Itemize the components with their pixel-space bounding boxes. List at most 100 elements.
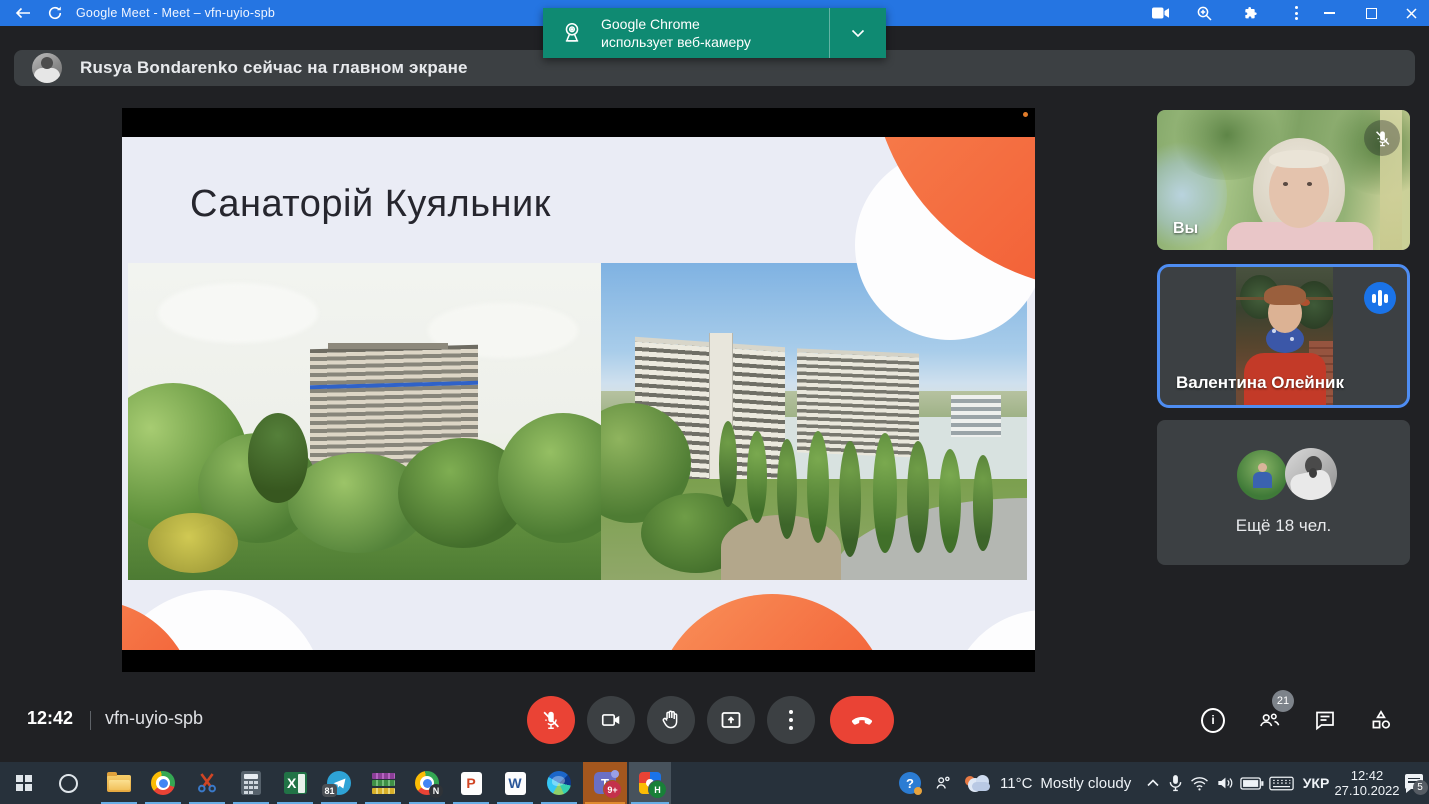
toast-message: использует веб-камеру	[601, 34, 829, 50]
webcam-icon	[543, 8, 601, 58]
minimize-button[interactable]	[1312, 0, 1346, 26]
taskbar-app-calculator[interactable]	[231, 762, 271, 804]
tray-expand-button[interactable]	[1142, 762, 1164, 804]
close-icon	[1406, 8, 1417, 19]
weather-temp: 11°C	[1000, 775, 1032, 792]
chevron-down-icon	[851, 29, 865, 38]
more-options-button[interactable]	[767, 696, 815, 744]
chat-button[interactable]	[1313, 708, 1337, 732]
zoom-button[interactable]	[1192, 0, 1216, 26]
taskbar-app-powerpoint[interactable]: P	[451, 762, 491, 804]
refresh-button[interactable]	[40, 0, 70, 26]
chat-icon	[1313, 708, 1337, 732]
windows-start-icon	[16, 775, 32, 791]
end-call-icon	[849, 707, 875, 733]
tile-overflow[interactable]: Ещё 18 чел.	[1157, 420, 1410, 565]
end-call-button[interactable]	[830, 696, 894, 744]
info-icon: i	[1201, 708, 1225, 733]
start-button[interactable]	[4, 762, 44, 804]
language-switcher[interactable]: УКР	[1298, 762, 1334, 804]
file-explorer-icon	[107, 775, 131, 792]
meet-badge: H	[648, 780, 667, 799]
back-button[interactable]	[8, 0, 38, 26]
wifi-icon	[1190, 776, 1209, 791]
tray-clock[interactable]: 12:42 27.10.2022	[1334, 762, 1400, 804]
clock-block: 12:42 27.10.2022	[1334, 768, 1399, 798]
calculator-icon	[241, 771, 261, 795]
tray-mic-icon	[1169, 774, 1182, 792]
taskbar-app-snipping-tool[interactable]	[187, 762, 227, 804]
screen: Google Meet - Meet – vfn-uyio-spb	[0, 0, 1429, 804]
divider	[90, 711, 91, 730]
slide-title: Санаторій Куяльник	[190, 183, 551, 226]
taskbar-app-file-explorer[interactable]	[99, 762, 139, 804]
weather-condition: Mostly cloudy	[1040, 775, 1131, 792]
battery-icon	[1240, 777, 1264, 790]
chevron-up-icon	[1147, 779, 1159, 787]
battery-tray-button[interactable]	[1238, 762, 1266, 804]
people-tray-button[interactable]	[929, 762, 957, 804]
page-title: Google Meet - Meet – vfn-uyio-spb	[76, 0, 275, 26]
maximize-button[interactable]	[1354, 0, 1388, 26]
volume-tray-button[interactable]	[1212, 762, 1238, 804]
taskbar-app-chrome-profile[interactable]: N	[407, 762, 447, 804]
taskbar-app-teams[interactable]: T 9+	[583, 762, 627, 804]
close-button[interactable]	[1394, 0, 1428, 26]
tile-active-speaker[interactable]: Валентина Олейник	[1157, 264, 1410, 408]
meeting-details-button[interactable]: i	[1201, 708, 1225, 732]
toast-text: Google Chrome использует веб-камеру	[601, 8, 829, 58]
meeting-code: vfn-uyio-spb	[105, 708, 203, 729]
participant-count-badge: 21	[1272, 690, 1294, 712]
word-letter: W	[508, 775, 521, 791]
self-label: Вы	[1173, 220, 1198, 238]
presenter-avatar	[32, 53, 62, 83]
taskbar-app-excel[interactable]: X	[275, 762, 315, 804]
activities-button[interactable]	[1369, 708, 1393, 732]
taskbar-app-telegram[interactable]: 81	[319, 762, 359, 804]
presenter-banner-text: Rusya Bondarenko сейчас на главном экран…	[80, 58, 468, 78]
present-screen-button[interactable]	[707, 696, 755, 744]
present-screen-icon	[719, 708, 743, 732]
notification-icon: 5	[1405, 774, 1425, 792]
weather-tray-button[interactable]: 11°C Mostly cloudy	[964, 762, 1144, 804]
overflow-label: Ещё 18 чел.	[1157, 516, 1410, 536]
teams-icon: T 9+	[594, 772, 616, 794]
mic-off-icon	[540, 709, 562, 731]
camera-toggle-button[interactable]	[587, 696, 635, 744]
refresh-icon	[48, 6, 62, 20]
camera-in-use-indicator[interactable]	[1148, 0, 1172, 26]
webcam-toast[interactable]: Google Chrome использует веб-камеру	[543, 8, 886, 58]
zoom-icon	[1197, 6, 1212, 21]
language-label: УКР	[1303, 775, 1330, 791]
camera-icon	[600, 709, 622, 731]
presentation-stage: Санаторій Куяльник	[122, 108, 1035, 672]
taskbar-app-word[interactable]: W	[495, 762, 535, 804]
tile-self[interactable]: Вы	[1157, 110, 1410, 250]
notification-count-badge: 5	[1413, 780, 1428, 795]
mic-toggle-button[interactable]	[527, 696, 575, 744]
record-dot	[1023, 112, 1028, 117]
powerpoint-letter: P	[466, 775, 475, 791]
speaker-name: Валентина Олейник	[1176, 373, 1344, 393]
telegram-badge: 81	[322, 784, 337, 797]
extensions-button[interactable]	[1238, 0, 1264, 26]
taskbar-app-chrome[interactable]	[143, 762, 183, 804]
help-tray-button[interactable]: ?	[895, 762, 925, 804]
taskbar-app-winrar[interactable]	[363, 762, 403, 804]
excel-letter: X	[287, 775, 296, 791]
taskbar-app-meet[interactable]: H	[629, 762, 671, 804]
browser-menu-button[interactable]	[1284, 0, 1308, 26]
toast-expand-button[interactable]	[829, 8, 886, 58]
tray-mic-button[interactable]	[1164, 762, 1186, 804]
taskbar-app-edge[interactable]	[539, 762, 579, 804]
raise-hand-button[interactable]	[647, 696, 695, 744]
slide-deco-orange-bm	[654, 594, 890, 650]
volume-icon	[1216, 775, 1234, 791]
keyboard-tray-button[interactable]	[1266, 762, 1296, 804]
search-button[interactable]	[48, 762, 88, 804]
wifi-tray-button[interactable]	[1186, 762, 1212, 804]
people-button[interactable]	[1257, 708, 1281, 732]
help-icon: ?	[899, 772, 921, 794]
notification-center-button[interactable]: 5	[1400, 762, 1429, 804]
overflow-avatar-1	[1237, 450, 1287, 500]
